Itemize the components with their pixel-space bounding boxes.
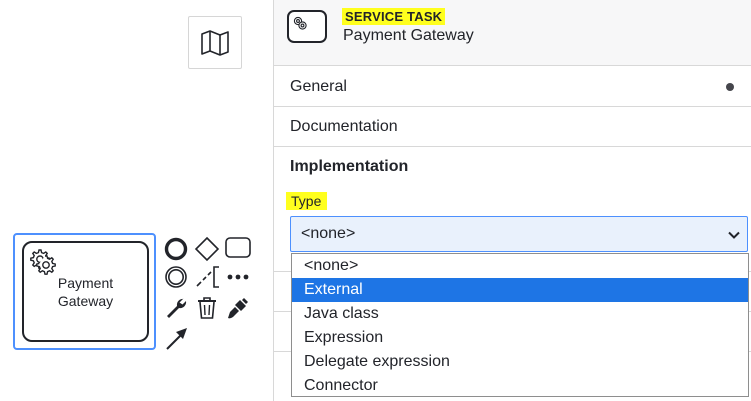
type-option-highlighted[interactable]: External bbox=[292, 278, 748, 302]
element-type-label: SERVICE TASK bbox=[342, 8, 446, 25]
group-label: General bbox=[290, 77, 347, 95]
map-icon bbox=[201, 29, 229, 56]
task-label: Payment Gateway bbox=[24, 274, 147, 310]
type-select-value: <none> bbox=[301, 225, 356, 242]
trash-icon bbox=[198, 297, 216, 319]
connect-button[interactable] bbox=[163, 324, 191, 352]
type-field-label: Type bbox=[286, 192, 328, 210]
element-name: Payment Gateway bbox=[343, 27, 474, 44]
end-event-icon bbox=[164, 237, 187, 260]
gear-icon bbox=[30, 249, 56, 275]
append-intermediate-event-button[interactable] bbox=[163, 264, 188, 290]
paintbrush-icon bbox=[228, 298, 248, 319]
group-label: Documentation bbox=[290, 117, 398, 135]
type-option[interactable]: Expression bbox=[292, 326, 748, 350]
append-text-annotation-button[interactable] bbox=[193, 264, 221, 290]
append-task-button[interactable] bbox=[224, 236, 252, 260]
append-end-event-button[interactable] bbox=[163, 236, 188, 261]
properties-panel: SERVICE TASK Payment Gateway General Doc… bbox=[273, 0, 751, 401]
type-options-list[interactable]: <none> External Java class Expression De… bbox=[291, 253, 749, 397]
implementation-group-title[interactable]: Implementation bbox=[290, 158, 408, 176]
data-indicator-dot bbox=[726, 83, 734, 91]
chevron-down-icon bbox=[728, 231, 740, 239]
minimap-toggle-button[interactable] bbox=[188, 16, 242, 69]
arrow-connect-icon bbox=[166, 328, 187, 350]
type-select[interactable]: <none> bbox=[290, 216, 748, 252]
panel-header: SERVICE TASK Payment Gateway bbox=[274, 0, 751, 66]
delete-button[interactable] bbox=[194, 295, 220, 321]
task-label-line: Payment bbox=[57, 275, 114, 291]
gateway-icon bbox=[194, 236, 219, 261]
task-icon bbox=[225, 237, 251, 258]
type-option[interactable]: Connector bbox=[292, 374, 748, 398]
append-gateway-button[interactable] bbox=[193, 235, 220, 262]
type-option[interactable]: <none> bbox=[292, 254, 748, 278]
set-color-button[interactable] bbox=[225, 295, 251, 321]
more-options-button[interactable] bbox=[225, 266, 250, 288]
text-annotation-icon bbox=[196, 266, 219, 288]
wrench-icon bbox=[167, 298, 187, 318]
type-option[interactable]: Java class bbox=[292, 302, 748, 326]
task-label-line: Gateway bbox=[57, 293, 114, 309]
type-option[interactable]: Delegate expression bbox=[292, 350, 748, 374]
more-options-icon bbox=[227, 274, 248, 280]
group-general[interactable]: General bbox=[274, 67, 751, 107]
intermediate-event-icon bbox=[164, 266, 187, 288]
service-task-shape[interactable]: Payment Gateway bbox=[22, 241, 149, 342]
gear-icon bbox=[293, 16, 307, 30]
change-type-button[interactable] bbox=[163, 295, 189, 321]
service-task-header-icon bbox=[287, 10, 327, 43]
group-documentation[interactable]: Documentation bbox=[274, 107, 751, 147]
diagram-canvas[interactable]: Payment Gateway bbox=[0, 0, 273, 401]
